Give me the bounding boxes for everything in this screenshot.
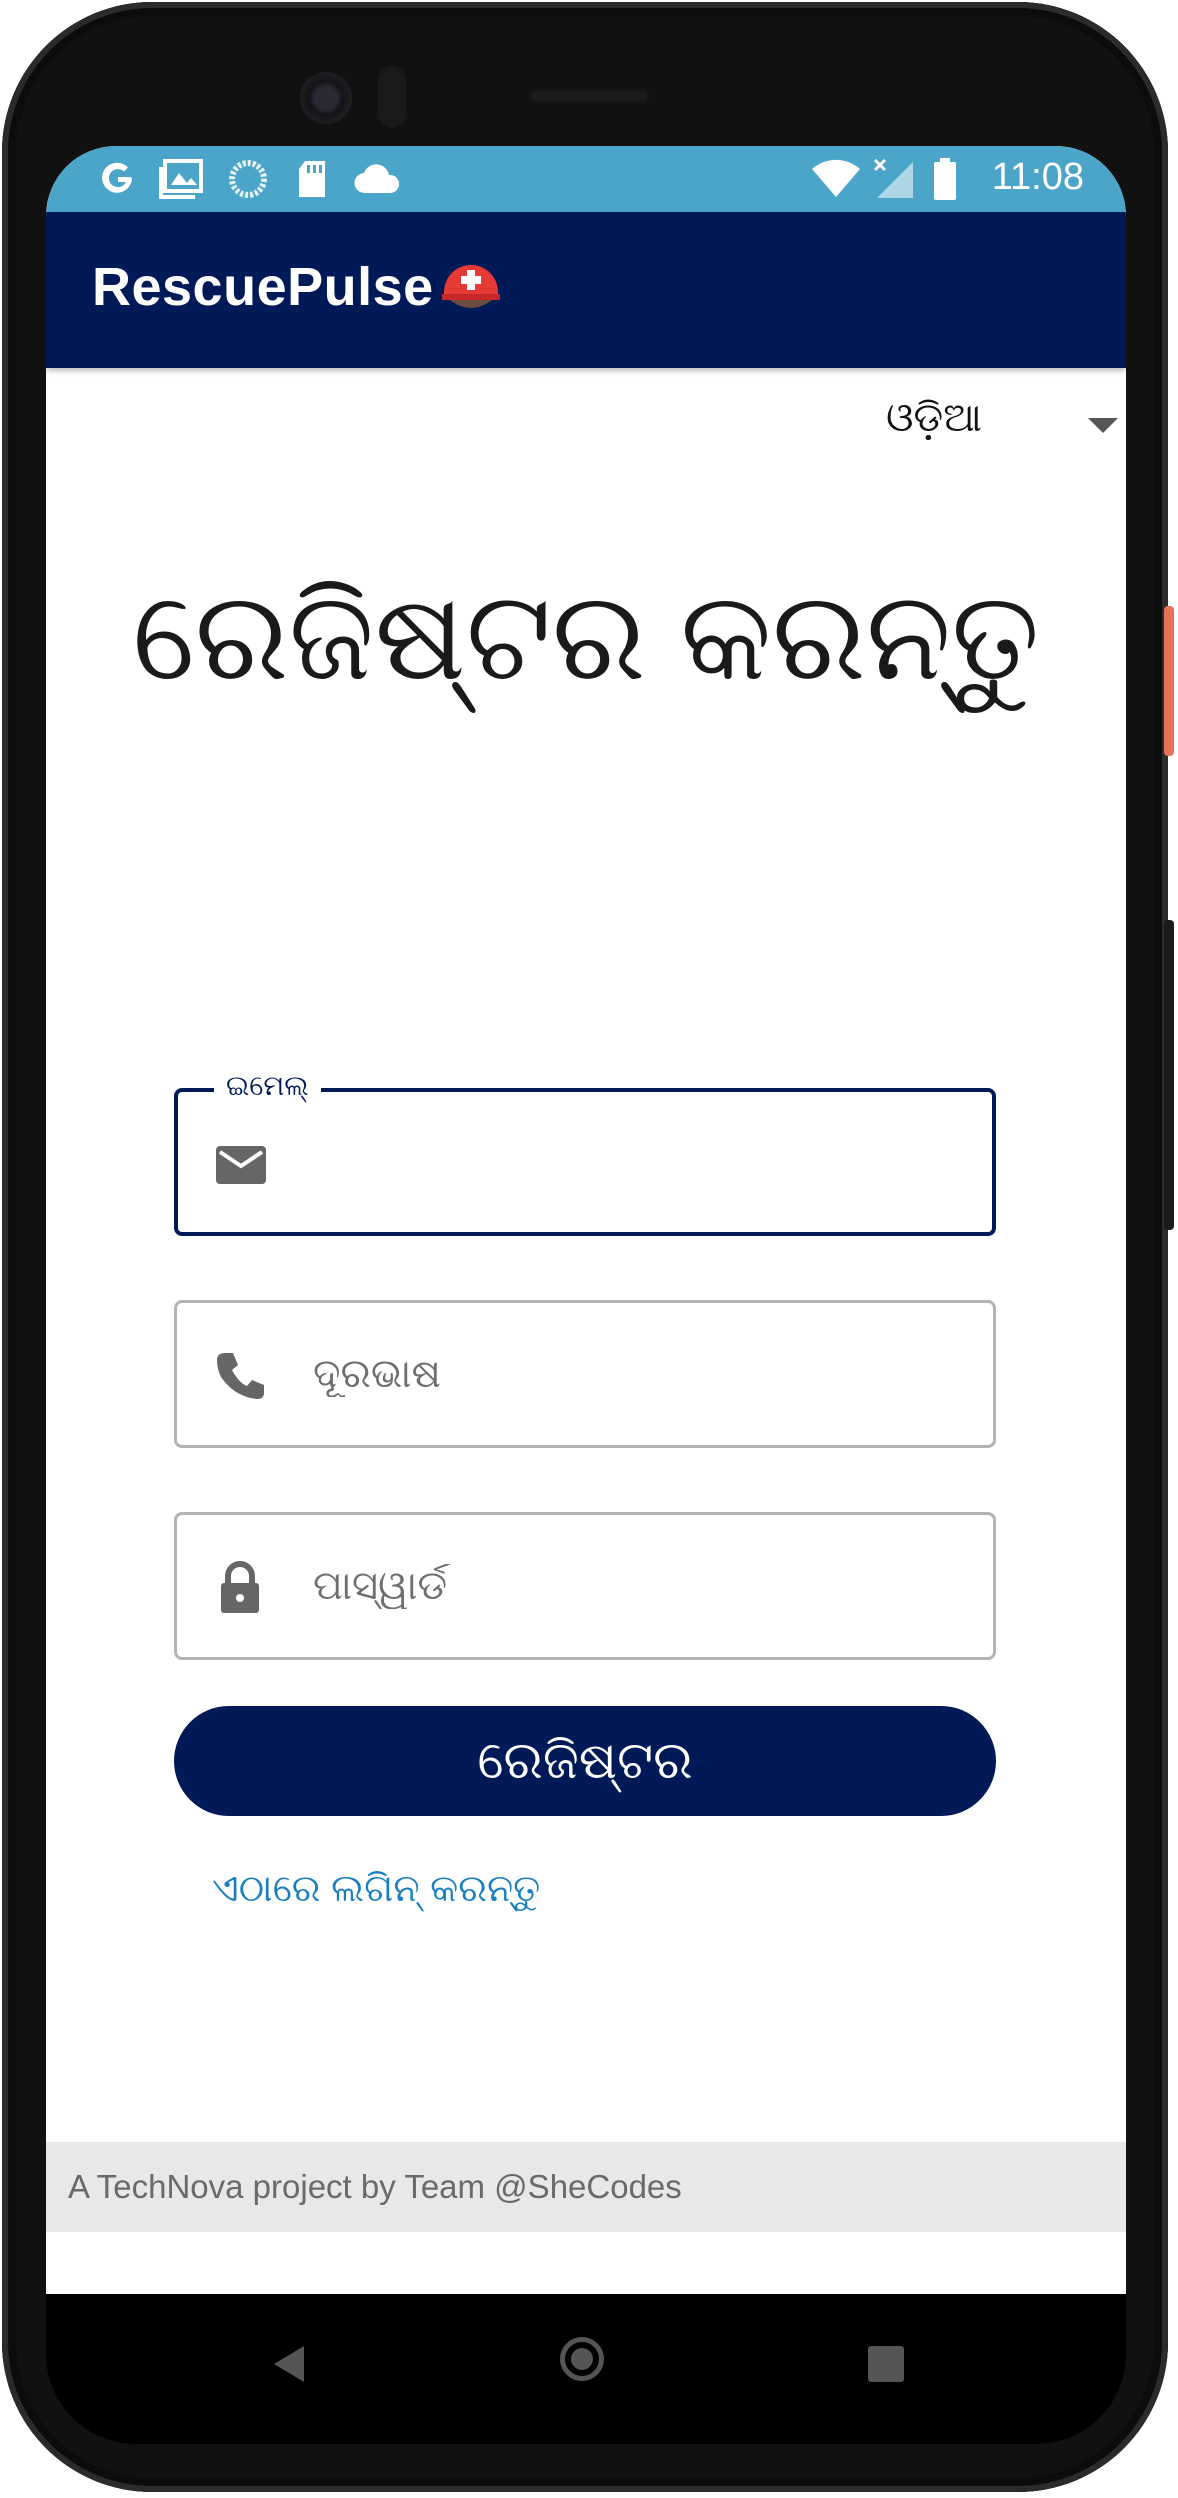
email-label: ଇମେଲ୍ xyxy=(214,1070,321,1103)
google-icon xyxy=(96,158,140,200)
recent-apps-icon[interactable] xyxy=(868,2346,904,2382)
cloud-icon xyxy=(352,158,402,200)
volume-button xyxy=(1164,920,1174,1230)
language-dropdown[interactable]: ଓଡ଼ିଆ xyxy=(838,384,1126,464)
sd-card-icon xyxy=(292,158,332,200)
lock-icon xyxy=(221,1561,259,1613)
proximity-sensor xyxy=(378,66,406,128)
status-bar: 11:08 xyxy=(46,146,1126,212)
app-screen: 11:08 RescuePulse ଓଡ଼ିଆ ରେଜିଷ୍ଟର କରନ୍ତୁ … xyxy=(46,146,1126,2294)
system-nav-bar xyxy=(46,2294,1126,2444)
footer: A TechNova project by Team @SheCodes xyxy=(46,2142,1126,2232)
password-input[interactable] xyxy=(313,1515,963,1657)
dropdown-arrow-icon xyxy=(1088,418,1118,433)
wifi-icon xyxy=(810,158,862,200)
back-icon[interactable] xyxy=(274,2346,304,2382)
password-field[interactable] xyxy=(174,1512,996,1660)
footer-text: A TechNova project by Team @SheCodes xyxy=(68,2168,682,2205)
register-button[interactable]: ରେଜିଷ୍ଟର xyxy=(174,1706,996,1816)
login-link[interactable]: ଏଠାରେ ଲଗିନ୍ କରନ୍ତୁ xyxy=(212,1868,540,1911)
page-title: ରେଜିଷ୍ଟର କରନ୍ତୁ xyxy=(132,568,1040,706)
email-input[interactable] xyxy=(314,1092,964,1232)
loading-icon xyxy=(226,158,270,200)
mail-icon xyxy=(216,1146,266,1184)
app-bar: RescuePulse xyxy=(46,212,1126,368)
gallery-icon xyxy=(156,158,206,200)
rescue-helmet-icon xyxy=(442,265,500,308)
home-icon[interactable] xyxy=(560,2337,604,2381)
phone-icon xyxy=(217,1353,264,1399)
signal-icon xyxy=(872,158,916,200)
app-title: RescuePulse xyxy=(92,257,434,317)
status-time: 11:08 xyxy=(991,156,1084,198)
email-field[interactable]: ଇମେଲ୍ xyxy=(174,1070,996,1236)
phone-field[interactable] xyxy=(174,1300,996,1448)
language-selected: ଓଡ଼ିଆ xyxy=(886,396,982,440)
power-button xyxy=(1164,606,1174,756)
battery-icon xyxy=(930,158,960,200)
earpiece-speaker xyxy=(528,88,650,104)
phone-input[interactable] xyxy=(313,1303,963,1445)
front-camera xyxy=(300,72,352,124)
